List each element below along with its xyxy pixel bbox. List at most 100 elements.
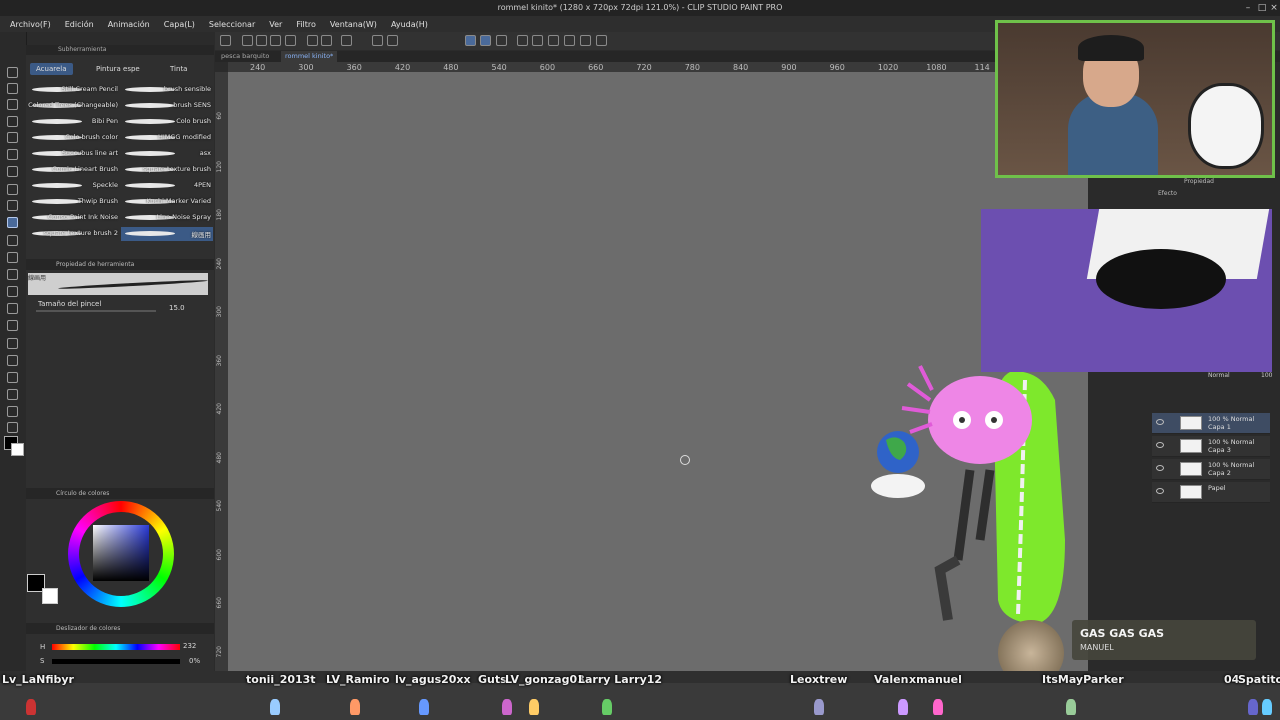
tab-efecto[interactable]: Efecto bbox=[1158, 190, 1177, 197]
brush-item[interactable]: square texture brush 2 bbox=[28, 227, 120, 241]
maximize-icon[interactable]: □ bbox=[1256, 2, 1268, 14]
brush-item[interactable]: asx bbox=[121, 147, 213, 161]
menu-ventana[interactable]: Ventana(W) bbox=[323, 20, 384, 29]
brush-item[interactable]: Thwip Brush bbox=[28, 195, 120, 209]
canvas-icon[interactable] bbox=[220, 35, 231, 46]
opacity-value[interactable]: 100 bbox=[1261, 372, 1272, 379]
brush-item[interactable]: Comic Lineart Brush bbox=[28, 163, 120, 177]
blend-tool-icon[interactable] bbox=[7, 286, 18, 297]
rotate-icon[interactable] bbox=[580, 35, 591, 46]
s-slider[interactable] bbox=[52, 659, 180, 664]
balloon-tool-icon[interactable] bbox=[7, 406, 18, 417]
brush-item[interactable]: HIMGG modified bbox=[121, 131, 213, 145]
search-tool-icon[interactable] bbox=[7, 99, 18, 110]
pencil-tool-icon[interactable] bbox=[7, 200, 18, 211]
frame-tool-icon[interactable] bbox=[7, 355, 18, 366]
menu-edicion[interactable]: Edición bbox=[58, 20, 101, 29]
brush-size-value[interactable]: 15.0 bbox=[169, 304, 185, 312]
tab-propiedad[interactable]: Propiedad bbox=[1184, 178, 1214, 185]
subtool-header[interactable]: Subherramienta bbox=[26, 45, 214, 55]
ruler-tool-icon[interactable] bbox=[7, 372, 18, 383]
menu-seleccionar[interactable]: Seleccionar bbox=[202, 20, 262, 29]
eye-icon[interactable] bbox=[1156, 442, 1164, 448]
menu-archivo[interactable]: Archivo(F) bbox=[0, 20, 58, 29]
hue-value[interactable]: 232 bbox=[183, 642, 196, 650]
fit-icon[interactable] bbox=[548, 35, 559, 46]
brush-item[interactable]: 4PEN bbox=[121, 179, 213, 193]
brush-item[interactable]: Kuchi Marker Varied bbox=[121, 195, 213, 209]
figure-tool-icon[interactable] bbox=[7, 338, 18, 349]
transform-icon[interactable] bbox=[387, 35, 398, 46]
menu-animacion[interactable]: Animación bbox=[101, 20, 157, 29]
brush-size-slider[interactable] bbox=[36, 310, 156, 312]
menu-capa[interactable]: Capa(L) bbox=[157, 20, 202, 29]
brush-item[interactable]: brush SENS bbox=[121, 99, 213, 113]
s-value[interactable]: 0% bbox=[189, 657, 200, 665]
fill-icon[interactable] bbox=[372, 35, 383, 46]
layer-row[interactable]: Papel bbox=[1152, 482, 1270, 503]
hue-slider[interactable] bbox=[52, 644, 180, 650]
eyedropper-tool-icon[interactable] bbox=[7, 166, 18, 177]
menu-ayuda[interactable]: Ayuda(H) bbox=[384, 20, 435, 29]
crop-icon[interactable] bbox=[532, 35, 543, 46]
minimize-icon[interactable]: – bbox=[1242, 2, 1254, 14]
tab-rommel-kinito[interactable]: rommel kinito* bbox=[281, 51, 338, 62]
menu-filtro[interactable]: Filtro bbox=[289, 20, 323, 29]
select-tool-icon[interactable] bbox=[7, 149, 18, 160]
brush-item[interactable]: 線画用 bbox=[121, 227, 213, 241]
eye-icon[interactable] bbox=[1156, 419, 1164, 425]
tab-tinta[interactable]: Tinta bbox=[164, 63, 193, 75]
zoom-tool-icon[interactable] bbox=[7, 67, 18, 78]
correction-tool-icon[interactable] bbox=[7, 422, 18, 433]
eye-icon[interactable] bbox=[1156, 488, 1164, 494]
brush-tool-icon[interactable] bbox=[7, 217, 18, 228]
gradient-tool-icon[interactable] bbox=[7, 320, 18, 331]
sub-color[interactable] bbox=[42, 588, 58, 604]
brush-item[interactable]: Colo brush bbox=[121, 115, 213, 129]
brush-item[interactable]: square texture brush bbox=[121, 163, 213, 177]
color-square[interactable] bbox=[93, 525, 149, 581]
eye-icon[interactable] bbox=[1156, 465, 1164, 471]
close-icon[interactable]: × bbox=[1268, 2, 1280, 14]
airbrush-tool-icon[interactable] bbox=[7, 235, 18, 246]
brush-item[interactable]: Still Cream Pencil bbox=[28, 83, 120, 97]
brush-item[interactable]: brush sensible bbox=[121, 83, 213, 97]
decoration-tool-icon[interactable] bbox=[7, 252, 18, 263]
text-tool-icon[interactable] bbox=[7, 389, 18, 400]
new-icon[interactable] bbox=[242, 35, 253, 46]
layer-row[interactable]: 100 % Normal Capa 3 bbox=[1152, 436, 1270, 457]
layer-row[interactable]: 100 % Normal Capa 1 bbox=[1152, 413, 1270, 434]
export-icon[interactable] bbox=[285, 35, 296, 46]
eraser-tool-icon[interactable] bbox=[7, 269, 18, 280]
brush-item[interactable]: Speckle bbox=[28, 179, 120, 193]
pen-icon[interactable] bbox=[496, 35, 507, 46]
fill-tool-icon[interactable] bbox=[7, 303, 18, 314]
redo-icon[interactable] bbox=[321, 35, 332, 46]
hand-tool-icon[interactable] bbox=[7, 83, 18, 94]
brush-item[interactable]: Bibi Pen bbox=[28, 115, 120, 129]
brush-item[interactable]: Colored Trees (Changeable) bbox=[28, 99, 120, 113]
open-icon[interactable] bbox=[256, 35, 267, 46]
move-tool-icon[interactable] bbox=[7, 116, 18, 127]
grid-icon[interactable] bbox=[596, 35, 607, 46]
save-icon[interactable] bbox=[270, 35, 281, 46]
undo-icon[interactable] bbox=[307, 35, 318, 46]
menu-ver[interactable]: Ver bbox=[262, 20, 289, 29]
snap-icon[interactable] bbox=[465, 35, 476, 46]
blend-mode-select[interactable]: Normal bbox=[1208, 372, 1230, 379]
tab-pesca-barquito[interactable]: pesca barquito bbox=[217, 51, 273, 62]
pen-tool-icon[interactable] bbox=[7, 184, 18, 195]
color-wheel[interactable] bbox=[68, 501, 174, 607]
lasso-tool-icon[interactable] bbox=[7, 132, 18, 143]
settings-icon[interactable] bbox=[341, 35, 352, 46]
brush-item[interactable]: Conso Paint Ink Noise bbox=[28, 211, 120, 225]
snap-ruler-icon[interactable] bbox=[480, 35, 491, 46]
brush-item[interactable]: Succubus line art bbox=[28, 147, 120, 161]
layer-row[interactable]: 100 % Normal Capa 2 bbox=[1152, 459, 1270, 480]
flip-icon[interactable] bbox=[564, 35, 575, 46]
tab-pintura[interactable]: Pintura espe bbox=[90, 63, 146, 75]
brush-item[interactable]: Colo brush color bbox=[28, 131, 120, 145]
brush-item[interactable]: Line Noise Spray bbox=[121, 211, 213, 225]
tab-acuarela[interactable]: Acuarela bbox=[30, 63, 73, 75]
sub-color-swatch[interactable] bbox=[11, 443, 24, 456]
